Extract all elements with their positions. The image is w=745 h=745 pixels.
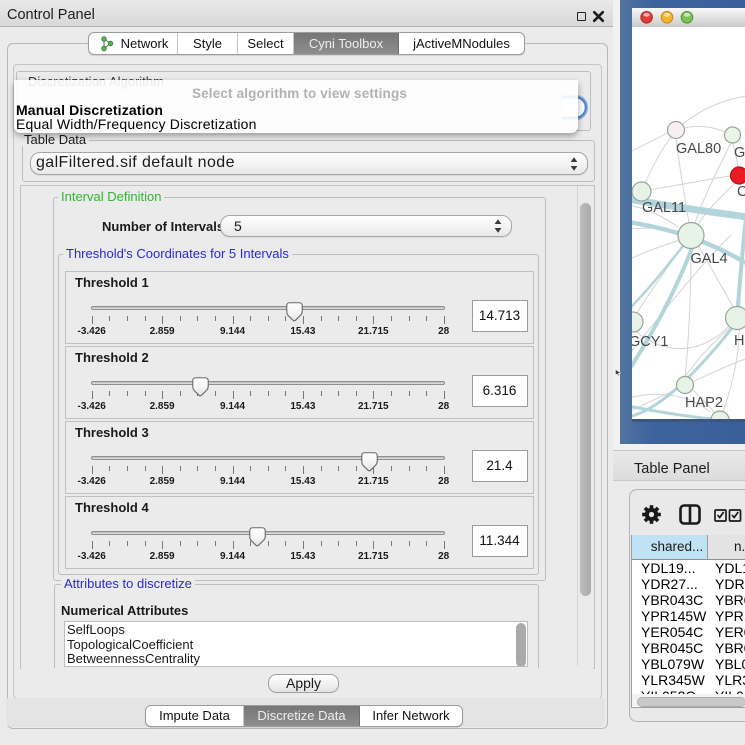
svg-text:GAL80: GAL80 [676,141,721,157]
svg-text:GA: GA [734,145,745,161]
svg-text:GCY1: GCY1 [632,334,669,350]
svg-text:H: H [734,333,744,349]
svg-text:HAP2: HAP2 [685,395,723,411]
svg-text:C: C [737,184,745,200]
svg-text:GAL11: GAL11 [642,200,686,216]
svg-text:GAL4: GAL4 [691,251,728,267]
